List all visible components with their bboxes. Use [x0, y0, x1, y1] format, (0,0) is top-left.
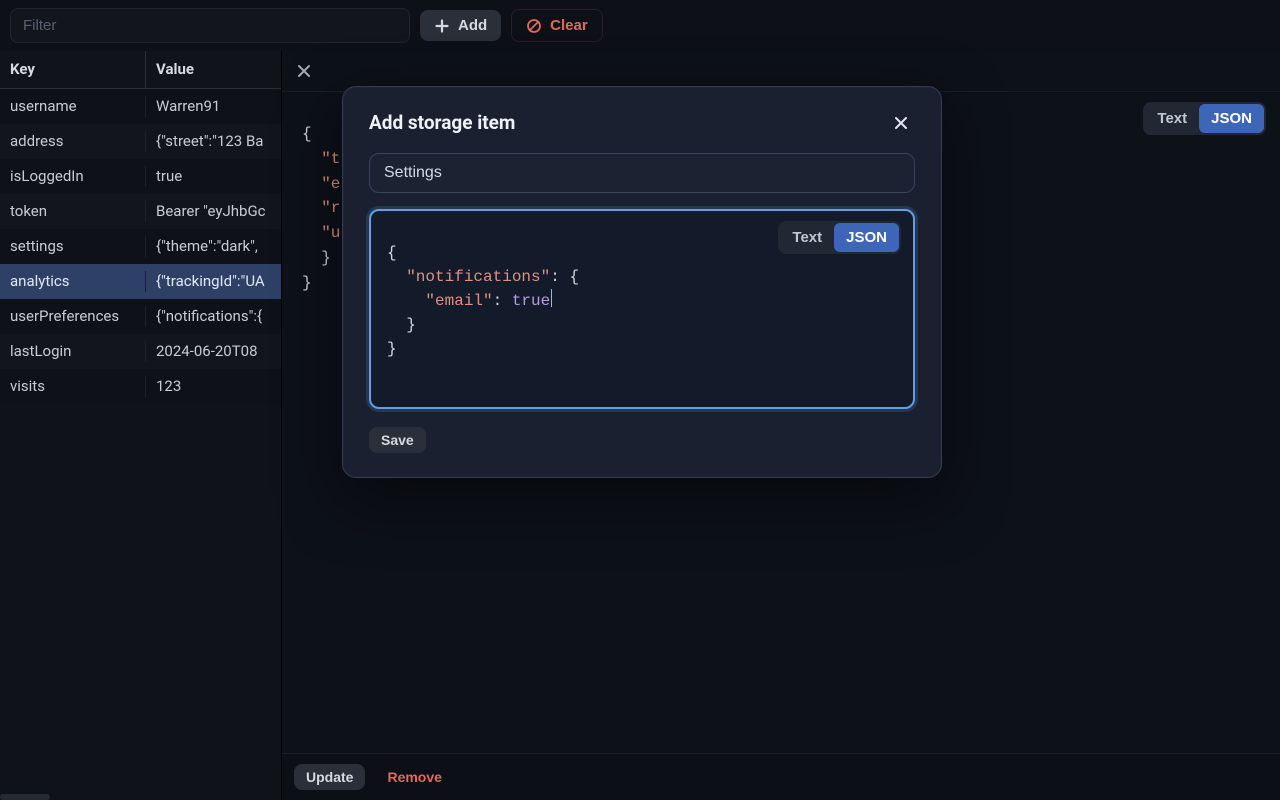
table-row[interactable]: isLoggedIntrue [0, 159, 281, 194]
col-header-value[interactable]: Value [146, 51, 281, 88]
modal-title: Add storage item [369, 110, 515, 137]
table-row[interactable]: visits123 [0, 369, 281, 404]
editor-toggle-text-button[interactable]: Text [780, 223, 834, 252]
cell-key: lastLogin [0, 341, 146, 362]
cell-key: settings [0, 236, 146, 257]
cell-value: Warren91 [146, 96, 281, 117]
plus-icon [434, 18, 450, 34]
modal-close-button[interactable] [887, 109, 915, 137]
table-row[interactable]: userPreferences{"notifications":{ [0, 299, 281, 334]
editor-value-type-toggle: Text JSON [778, 221, 901, 254]
app-root: Add Clear Key Value usernameWarren91addr… [0, 0, 1280, 800]
toggle-text-button[interactable]: Text [1145, 104, 1199, 133]
clear-button-label: Clear [550, 17, 588, 34]
table-row[interactable]: lastLogin2024-06-20T08 [0, 334, 281, 369]
cell-value: Bearer "eyJhbGc [146, 201, 281, 222]
cell-value: {"theme":"dark", [146, 236, 281, 257]
clear-icon [526, 18, 542, 34]
cell-key: address [0, 131, 146, 152]
cell-key: visits [0, 376, 146, 397]
cell-key: token [0, 201, 146, 222]
update-button[interactable]: Update [294, 764, 365, 790]
toggle-json-button[interactable]: JSON [1199, 104, 1264, 133]
cell-value: 123 [146, 376, 281, 397]
modal-header: Add storage item [369, 109, 915, 137]
cell-value: {"trackingId":"UA [146, 271, 281, 292]
detail-footer: Update Remove [282, 753, 1280, 800]
filter-input[interactable] [10, 8, 410, 43]
table-header: Key Value [0, 51, 281, 89]
editor-json-content[interactable]: { "notifications": { "email": true } } [387, 241, 897, 361]
close-icon [893, 115, 909, 131]
remove-button[interactable]: Remove [375, 764, 453, 790]
storage-table: Key Value usernameWarren91address{"stree… [0, 51, 282, 800]
add-item-modal: Add storage item Text JSON { "notificati… [342, 86, 942, 478]
table-row[interactable]: usernameWarren91 [0, 89, 281, 124]
cell-key: username [0, 96, 146, 117]
table-row[interactable]: address{"street":"123 Ba [0, 124, 281, 159]
table-row[interactable]: tokenBearer "eyJhbGc [0, 194, 281, 229]
table-row[interactable]: analytics{"trackingId":"UA [0, 264, 281, 299]
clear-button[interactable]: Clear [511, 9, 603, 42]
cell-key: analytics [0, 271, 146, 292]
col-header-key[interactable]: Key [0, 51, 146, 88]
table-row[interactable]: settings{"theme":"dark", [0, 229, 281, 264]
toolbar: Add Clear [0, 0, 1280, 51]
cell-value: {"street":"123 Ba [146, 131, 281, 152]
item-key-input[interactable] [369, 153, 915, 193]
editor-toggle-json-button[interactable]: JSON [834, 223, 899, 252]
item-value-editor[interactable]: Text JSON { "notifications": { "email": … [369, 209, 915, 409]
close-icon [297, 64, 311, 78]
cell-key: isLoggedIn [0, 166, 146, 187]
save-button[interactable]: Save [369, 427, 426, 453]
add-button[interactable]: Add [420, 10, 501, 41]
cell-value: true [146, 166, 281, 187]
cell-value: {"notifications":{ [146, 306, 281, 327]
close-detail-button[interactable] [290, 57, 318, 85]
modal-actions: Save [369, 427, 915, 453]
horizontal-scrollbar-thumb[interactable] [0, 794, 50, 800]
add-button-label: Add [458, 17, 487, 34]
cell-key: userPreferences [0, 306, 146, 327]
table-body: usernameWarren91address{"street":"123 Ba… [0, 89, 281, 800]
cell-value: 2024-06-20T08 [146, 341, 281, 362]
detail-value-type-toggle: Text JSON [1143, 102, 1266, 135]
